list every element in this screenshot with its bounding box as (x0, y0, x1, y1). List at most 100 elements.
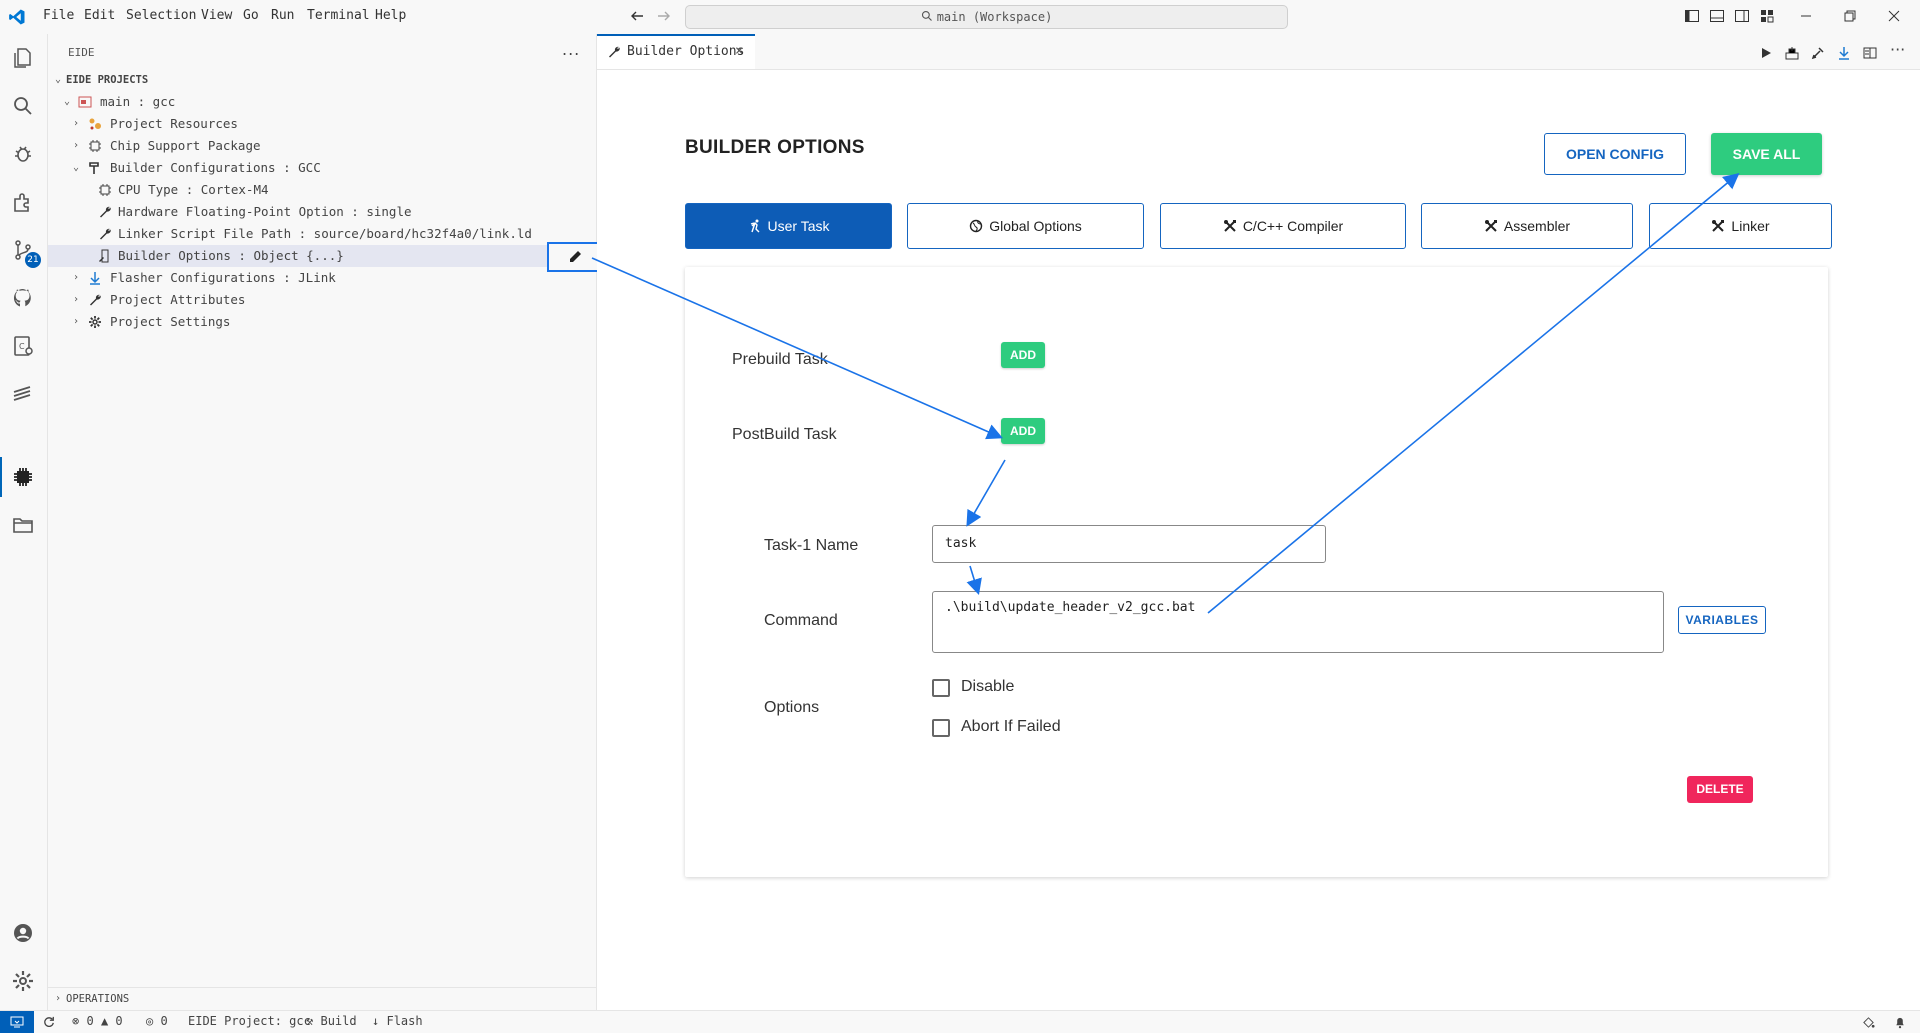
chevron-down-icon: ⌄ (54, 74, 62, 85)
tree-item-cpu-type[interactable]: CPU Type : Cortex-M4 (48, 179, 596, 201)
download-arrow-icon (90, 272, 100, 285)
tab-cpp-compiler[interactable]: C/C++ Compiler (1160, 203, 1406, 249)
open-config-button[interactable]: OPEN CONFIG (1544, 133, 1686, 175)
github-icon[interactable] (11, 286, 35, 310)
tab-builder-options[interactable]: Builder Options × (597, 34, 755, 69)
tree-item-linker-script[interactable]: Linker Script File Path : source/board/h… (48, 223, 596, 245)
tab-label: Global Options (989, 218, 1082, 234)
build-status-item[interactable]: ⚒ Build (306, 1014, 357, 1028)
tree-item-project-settings[interactable]: › Project Settings (48, 311, 596, 333)
problems-indicator[interactable]: ⊗ 0 ▲ 0 (72, 1014, 123, 1028)
minimize-icon[interactable] (1798, 8, 1814, 24)
flash-status-item[interactable]: ↓ Flash (372, 1014, 423, 1028)
save-all-button[interactable]: SAVE ALL (1711, 133, 1822, 175)
tree-item-project-attributes[interactable]: › Project Attributes (48, 289, 596, 311)
run-debug-icon[interactable] (11, 142, 35, 166)
search-icon[interactable] (11, 94, 35, 118)
menu-edit[interactable]: Edit (84, 8, 115, 23)
explorer-icon[interactable] (11, 46, 35, 70)
account-icon[interactable] (11, 921, 35, 945)
tree-item-project-main[interactable]: ⌄ main : gcc (48, 91, 596, 113)
close-icon[interactable]: × (735, 36, 743, 67)
remote-indicator[interactable] (0, 1011, 34, 1033)
task-name-input[interactable]: task (932, 525, 1326, 563)
tree-item-chip-support[interactable]: › Chip Support Package (48, 135, 596, 157)
ports-indicator[interactable]: ◎ 0 (146, 1014, 168, 1028)
delete-task-button[interactable]: DELETE (1687, 776, 1753, 803)
split-editor-icon[interactable] (1862, 45, 1878, 61)
menu-go[interactable]: Go (243, 8, 259, 23)
tree-item-label: Builder Configurations : GCC (110, 160, 321, 175)
wrench-icon (100, 228, 111, 240)
abort-if-failed-checkbox[interactable] (932, 719, 950, 737)
vscode-logo-icon (9, 9, 25, 25)
command-center-label: main (Workspace) (936, 10, 1053, 24)
tree-item-flasher-config[interactable]: › Flasher Configurations : JLink (48, 267, 596, 289)
folder-icon[interactable] (11, 513, 35, 537)
bell-icon[interactable] (1894, 1016, 1906, 1029)
disable-checkbox-label: Disable (961, 678, 1015, 695)
run-icon[interactable] (1758, 45, 1774, 61)
broadcast-icon: ◎ (146, 1014, 154, 1028)
chevron-down-icon: ⌄ (72, 162, 80, 173)
chevron-right-icon: › (72, 272, 80, 283)
tree-item-project-resources[interactable]: › Project Resources (48, 113, 596, 135)
sync-icon[interactable] (43, 1016, 55, 1028)
add-postbuild-task-button[interactable]: ADD (1001, 418, 1045, 444)
close-window-icon[interactable] (1886, 8, 1902, 24)
eide-project-status[interactable]: EIDE Project: gcc (188, 1014, 311, 1028)
tab-global-options[interactable]: Global Options (907, 203, 1144, 249)
more-actions-icon[interactable]: ··· (1890, 40, 1906, 59)
menu-run[interactable]: Run (271, 8, 294, 23)
activity-bar: 21 C (0, 34, 48, 1010)
command-textarea[interactable]: .\build\update_header_v2_gcc.bat (932, 591, 1664, 653)
menu-terminal[interactable]: Terminal (307, 8, 370, 23)
menu-file[interactable]: File (43, 8, 74, 23)
tree-item-label: Project Attributes (110, 292, 246, 307)
section-header-eide-projects[interactable]: ⌄ EIDE PROJECTS (48, 69, 596, 91)
toggle-secondary-sidebar-icon[interactable] (1734, 8, 1750, 24)
error-icon: ⊗ (72, 1014, 80, 1028)
more-actions-icon[interactable]: ... (562, 40, 580, 59)
tab-assembler[interactable]: Assembler (1421, 203, 1633, 249)
menu-view[interactable]: View (201, 8, 232, 23)
build-icon[interactable] (1784, 45, 1800, 61)
customize-layout-icon[interactable] (1759, 8, 1775, 24)
extensions-icon[interactable] (11, 190, 35, 214)
eide-chip-icon[interactable] (11, 465, 35, 489)
tree-item-builder-config[interactable]: ⌄ Builder Configurations : GCC (48, 157, 596, 179)
tab-user-task[interactable]: User Task (685, 203, 892, 249)
abort-if-failed-label: Abort If Failed (961, 718, 1061, 735)
command-center-search[interactable]: main (Workspace) (685, 5, 1288, 29)
clean-icon[interactable] (1810, 45, 1826, 61)
restore-icon[interactable] (1842, 8, 1858, 24)
test-icon[interactable]: C (11, 334, 35, 358)
menu-selection[interactable]: Selection (126, 8, 196, 23)
settings-gear-icon[interactable] (11, 969, 35, 993)
variables-button[interactable]: VARIABLES (1678, 606, 1766, 634)
tree-item-label: Hardware Floating-Point Option : single (118, 204, 412, 219)
menu-help[interactable]: Help (375, 8, 406, 23)
edit-builder-options-button[interactable] (547, 242, 601, 272)
flash-download-icon[interactable] (1836, 45, 1852, 61)
toggle-panel-icon[interactable] (1709, 8, 1725, 24)
warning-icon: ▲ (100, 1014, 109, 1028)
tree-item-label: CPU Type : Cortex-M4 (118, 182, 269, 197)
section-title: EIDE PROJECTS (66, 74, 149, 86)
title-bar: File Edit Selection View Go Run Terminal… (0, 0, 1920, 35)
toggle-primary-sidebar-icon[interactable] (1684, 8, 1700, 24)
builder-options-editor: BUILDER OPTIONS OPEN CONFIG SAVE ALL Use… (597, 70, 1920, 1010)
tree-item-label: main : gcc (100, 94, 176, 109)
stm-tools-icon[interactable] (11, 382, 35, 406)
source-control-icon[interactable]: 21 (11, 238, 41, 268)
tree-item-builder-options[interactable]: Builder Options : Object {...} (48, 245, 596, 267)
chip-icon (89, 140, 101, 152)
paint-bucket-icon[interactable] (1862, 1016, 1875, 1029)
add-prebuild-task-button[interactable]: ADD (1001, 342, 1045, 368)
tab-linker[interactable]: Linker (1649, 203, 1832, 249)
back-arrow-icon[interactable] (629, 8, 645, 24)
disable-checkbox[interactable] (932, 679, 950, 697)
tree-item-fpu-option[interactable]: Hardware Floating-Point Option : single (48, 201, 596, 223)
section-header-operations[interactable]: › OPERATIONS (48, 987, 596, 1010)
forward-arrow-icon[interactable] (656, 8, 672, 24)
